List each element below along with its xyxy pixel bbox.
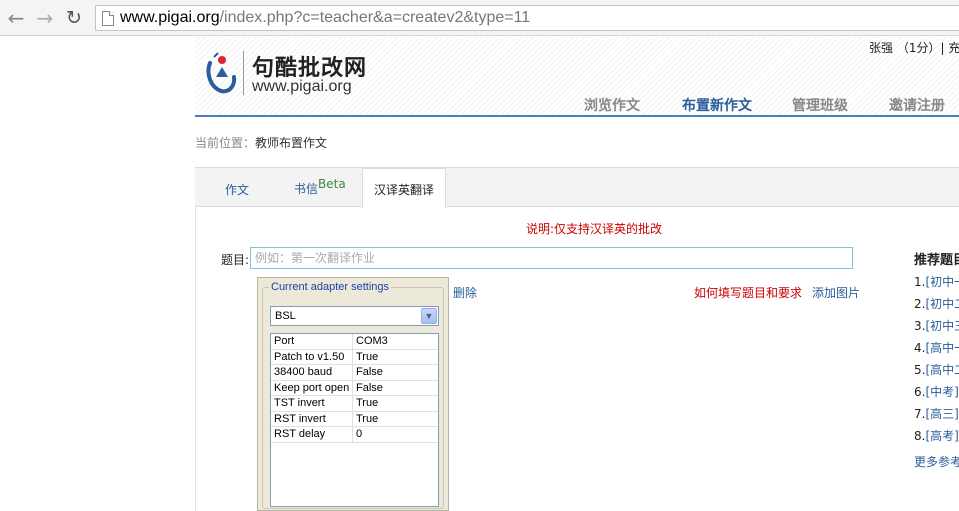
url-path: /index.php?c=teacher&a=createv2&type=11 [219, 9, 531, 26]
tab-essay[interactable]: 作文 [225, 181, 249, 198]
nav-assign-essay[interactable]: 布置新作文 [682, 95, 752, 115]
nav-manage-classes[interactable]: 管理班级 [792, 95, 848, 115]
list-item-number: 5. [914, 363, 926, 377]
translation-note: 说明:仅支持汉译英的批改 [526, 222, 663, 236]
delete-link[interactable]: 删除 [453, 284, 477, 301]
recommended-topics-list: 1.[初中一 2.[初中二 3.[初中三 4.[高中一 5.[高中二 6.[中考… [914, 273, 959, 449]
property-value: False [356, 381, 383, 394]
list-item: 4.[高中一 [914, 339, 959, 361]
assignment-type-tabs: 作文 书信Beta 汉译英翻译 [195, 167, 959, 208]
property-name: Port [271, 334, 353, 349]
adapter-properties-grid[interactable]: Port COM3 Patch to v1.50 True 38400 baud Fa… [270, 333, 439, 507]
list-item: 8.[高考] [914, 427, 959, 449]
adapter-settings-title: Current adapter settings [269, 281, 392, 293]
property-value: False [356, 366, 383, 378]
property-name: RST invert [271, 411, 353, 426]
list-item-number: 3. [914, 319, 926, 333]
pigai-logo-icon [206, 52, 237, 94]
topic-link[interactable]: [中考] [925, 385, 958, 399]
address-bar[interactable]: www.pigai.org/index.php?c=teacher&a=crea… [95, 5, 959, 31]
address-text: www.pigai.org/index.php?c=teacher&a=crea… [120, 9, 530, 27]
property-row[interactable]: RST invert True [271, 411, 438, 427]
list-item: 3.[初中三 [914, 317, 959, 339]
property-value: 0 [356, 428, 363, 440]
logo-separator [243, 51, 244, 95]
property-row[interactable]: 38400 baud False [271, 365, 438, 381]
property-row[interactable]: TST invert True [271, 396, 438, 412]
recommended-topics-title: 推荐题目 [914, 253, 959, 268]
property-name: Patch to v1.50 [271, 349, 353, 364]
page-icon [102, 11, 114, 26]
property-row[interactable]: Patch to v1.50 True [271, 349, 438, 365]
property-value: COM3 [356, 335, 388, 347]
chevron-down-icon[interactable]: ▼ [421, 308, 437, 324]
property-name: 38400 baud [271, 365, 353, 380]
content-border [195, 207, 196, 511]
adapter-settings-group: Current adapter settings BSL ▼ Port COM3 … [262, 281, 444, 509]
browser-toolbar: ← → ↻ www.pigai.org/index.php?c=teacher&… [0, 0, 959, 36]
property-row[interactable]: RST delay 0 [271, 427, 438, 443]
subject-label: 题目: [221, 253, 250, 267]
breadcrumb: 当前位置：教师布置作文 [195, 134, 327, 151]
list-item: 7.[高三] [914, 405, 959, 427]
topic-link[interactable]: [高三] [925, 407, 958, 421]
list-item-number: 4. [914, 341, 926, 355]
topic-link[interactable]: [初中二 [925, 297, 959, 311]
breadcrumb-label: 当前位置： [195, 136, 256, 150]
page: 句酷批改网 www.pigai.org 张强 （1分）| 充 浏览作文 布置新作… [0, 37, 959, 511]
add-image-link[interactable]: 添加图片 [812, 284, 860, 301]
property-name: Keep port open [271, 380, 353, 395]
property-row[interactable]: Keep port open False [271, 380, 438, 396]
property-value: True [356, 397, 379, 409]
tab-letter-label: 书信 [294, 182, 319, 196]
list-item-number: 7. [914, 407, 926, 421]
nav-invite-register[interactable]: 邀请注册 [889, 95, 945, 115]
property-row[interactable]: Port COM3 [271, 334, 438, 350]
more-topics-link[interactable]: 更多参考 [914, 453, 959, 470]
list-item: 5.[高中二 [914, 361, 959, 383]
subject-input[interactable] [250, 247, 853, 269]
topic-link[interactable]: [高中一 [925, 341, 959, 355]
tab-letter[interactable]: 书信Beta [294, 177, 346, 197]
list-item-number: 1. [914, 275, 926, 289]
list-item: 1.[初中一 [914, 273, 959, 295]
adapter-settings-panel: Current adapter settings BSL ▼ Port COM3 … [257, 277, 449, 511]
back-arrow-icon[interactable]: ← [5, 7, 27, 29]
property-value: True [356, 412, 379, 425]
list-item: 2.[初中二 [914, 295, 959, 317]
user-info[interactable]: 张强 （1分）| 充 [869, 39, 959, 56]
topic-link[interactable]: [高考] [925, 429, 958, 443]
adapter-select-value: BSL [275, 310, 296, 322]
nav-browse-essays[interactable]: 浏览作文 [584, 95, 640, 115]
property-value: True [356, 350, 379, 363]
forward-arrow-icon[interactable]: → [34, 7, 56, 29]
tab-translate[interactable]: 汉译英翻译 [362, 168, 446, 208]
list-item-number: 8. [914, 429, 926, 443]
property-name: TST invert [271, 396, 353, 411]
adapter-select[interactable]: BSL ▼ [270, 306, 439, 326]
topic-link[interactable]: [初中一 [925, 275, 959, 289]
site-domain[interactable]: www.pigai.org [252, 78, 352, 96]
topic-link[interactable]: [初中三 [925, 319, 959, 333]
url-host: www.pigai.org [120, 9, 220, 26]
beta-badge: Beta [318, 177, 346, 191]
list-item-number: 2. [914, 297, 926, 311]
topic-link[interactable]: [高中二 [925, 363, 959, 377]
breadcrumb-current: 教师布置作文 [255, 136, 328, 150]
reload-icon[interactable]: ↻ [63, 7, 85, 29]
howto-link[interactable]: 如何填写题目和要求 [694, 284, 802, 301]
list-item: 6.[中考] [914, 383, 959, 405]
property-name: RST delay [271, 427, 353, 442]
header-divider [195, 115, 959, 117]
list-item-number: 6. [914, 385, 926, 399]
